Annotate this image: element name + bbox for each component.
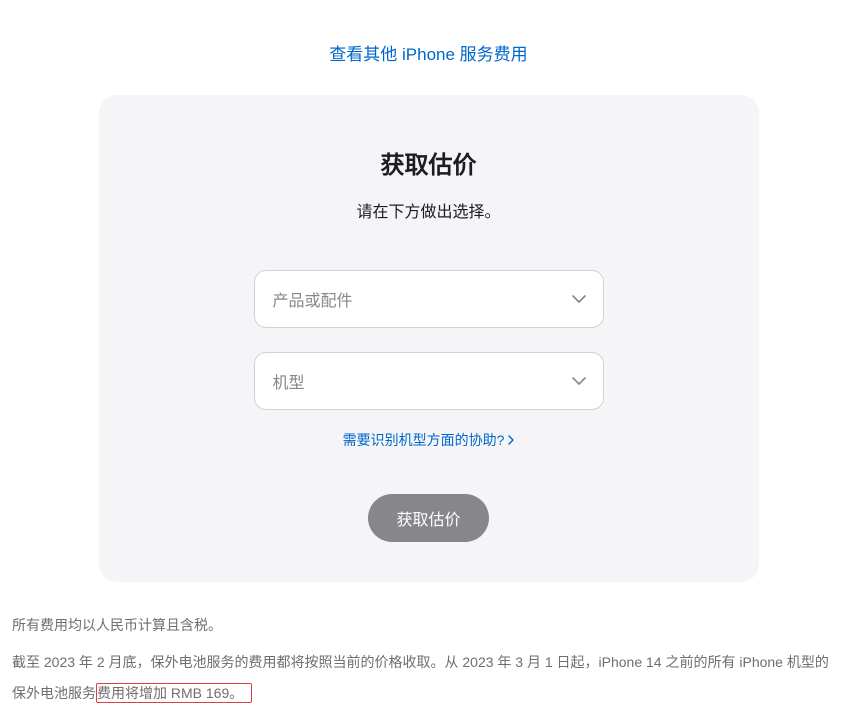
footer-line-2: 截至 2023 年 2 月底，保外电池服务的费用都将按照当前的价格收取。从 20… xyxy=(12,647,842,708)
help-link-container: 需要识别机型方面的协助? xyxy=(159,430,699,450)
card-subtitle: 请在下方做出选择。 xyxy=(159,198,699,222)
help-link-label: 需要识别机型方面的协助? xyxy=(343,430,505,450)
price-increase-highlight: 费用将增加 RMB 169。 xyxy=(96,683,252,703)
model-select[interactable]: 机型 xyxy=(254,352,604,410)
footer-line-1: 所有费用均以人民币计算且含税。 xyxy=(12,610,842,641)
top-link-container: 查看其他 iPhone 服务费用 xyxy=(0,0,857,95)
get-estimate-button[interactable]: 获取估价 xyxy=(368,494,488,542)
product-select-wrapper: 产品或配件 xyxy=(254,270,604,328)
estimate-card: 获取估价 请在下方做出选择。 产品或配件 机型 需要识别机型方面的协助? 获取估… xyxy=(99,95,759,582)
card-title: 获取估价 xyxy=(159,145,699,180)
model-select-wrapper: 机型 xyxy=(254,352,604,410)
identify-model-help-link[interactable]: 需要识别机型方面的协助? xyxy=(343,430,515,450)
product-select[interactable]: 产品或配件 xyxy=(254,270,604,328)
footer-text: 所有费用均以人民币计算且含税。 截至 2023 年 2 月底，保外电池服务的费用… xyxy=(12,610,842,708)
other-iphone-service-link[interactable]: 查看其他 iPhone 服务费用 xyxy=(329,45,527,64)
chevron-right-icon xyxy=(508,435,514,445)
